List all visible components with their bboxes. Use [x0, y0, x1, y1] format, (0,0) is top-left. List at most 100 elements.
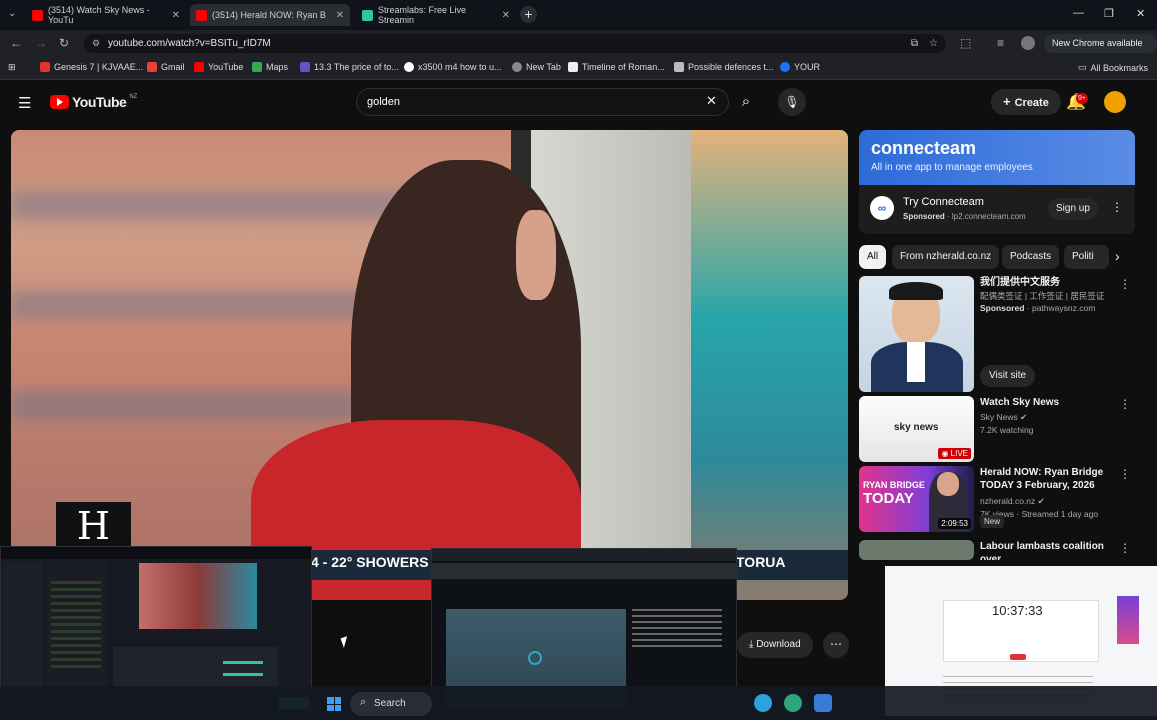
extensions-icon[interactable]: ⬚ — [960, 36, 971, 50]
thumbnail-text: TODAY — [863, 490, 914, 507]
all-bookmarks[interactable]: ▭ All Bookmarks — [1078, 62, 1148, 73]
chat-panel — [47, 561, 107, 701]
tab-list-chevron-icon[interactable]: ⌄ — [8, 8, 16, 19]
more-vert-icon[interactable]: ⋮ — [1111, 200, 1123, 214]
install-icon[interactable]: ⧉ — [911, 34, 918, 53]
alarm-clock-time: 10:37:33 — [992, 603, 1043, 618]
loading-spinner-icon — [528, 651, 542, 665]
video-thumbnail — [859, 540, 974, 560]
youtube-icon — [32, 9, 43, 21]
bookmark-item[interactable]: x3500 m4 how to u... — [404, 62, 502, 72]
bookmark-item[interactable]: YouTube — [194, 62, 243, 72]
download-button[interactable]: ⤓ Download — [737, 632, 813, 658]
clear-search-icon[interactable]: ✕ — [706, 93, 717, 109]
app-icon[interactable] — [814, 694, 832, 712]
apps-grid-icon[interactable]: ⊞ — [8, 62, 16, 73]
video-title: Herald NOW: Ryan Bridge TODAY 3 February… — [980, 467, 1104, 491]
bookmark-item[interactable]: New Tab — [512, 62, 561, 72]
search-icon: ⌕ — [741, 93, 751, 110]
maximize-icon[interactable]: ❐ — [1104, 7, 1114, 20]
search-input[interactable]: golden — [356, 88, 729, 116]
set-alarm-button — [1010, 654, 1026, 660]
bookmark-item[interactable]: Gmail — [147, 62, 185, 72]
site-info-icon[interactable]: ⚙ — [92, 34, 100, 53]
minimize-icon[interactable]: — — [1073, 7, 1084, 19]
windows-taskbar — [0, 686, 1157, 720]
chip-politics[interactable]: Politi — [1064, 245, 1109, 269]
list-item[interactable]: 我们提供中文服务 配偶类签证 | 工作签证 | 居民签证 Sponsored ·… — [859, 276, 1135, 392]
ad-meta: Sponsored · lp2.connecteam.com — [903, 212, 1026, 221]
search-button[interactable]: ⌕ — [730, 88, 762, 116]
more-vert-icon[interactable]: ⋮ — [1119, 277, 1131, 291]
voice-search-button[interactable]: 🎙 — [778, 88, 806, 116]
close-icon[interactable]: ✕ — [172, 10, 180, 21]
menu-hamburger-icon[interactable]: ☰ — [18, 94, 31, 112]
herald-logo: H — [56, 502, 131, 550]
side-ad-banner — [1117, 596, 1139, 644]
chip-all[interactable]: All — [859, 245, 887, 269]
create-button[interactable]: + Create — [991, 89, 1061, 115]
ad-card[interactable]: connecteam All in one app to manage empl… — [859, 130, 1135, 234]
visit-site-button[interactable]: Visit site — [980, 365, 1036, 387]
chip-podcasts[interactable]: Podcasts — [1002, 245, 1060, 269]
weather-ticker-text: 4 - 22° SHOWERS — [311, 554, 429, 570]
close-icon[interactable]: ✕ — [502, 10, 510, 21]
bookmark-item[interactable]: YOUR — [780, 62, 820, 72]
new-tab-button[interactable]: + — [520, 6, 537, 23]
bookmark-item[interactable]: Genesis 7 | KJVAAE... — [40, 62, 143, 72]
microphone-icon: 🎙 — [784, 95, 800, 109]
edge-icon[interactable] — [784, 694, 802, 712]
windows-start-icon[interactable] — [327, 697, 341, 711]
bookmark-item[interactable]: Possible defences t... — [674, 62, 774, 72]
weather-ticker-text: TORUA — [736, 554, 786, 570]
youtube-logo[interactable]: YouTube NZ — [50, 94, 137, 110]
account-avatar[interactable] — [1104, 91, 1126, 113]
more-vert-icon[interactable]: ⋮ — [1119, 467, 1131, 481]
mouse-cursor — [340, 636, 351, 648]
window-close-icon[interactable]: ✕ — [1136, 7, 1145, 20]
video-thumbnail — [859, 276, 974, 392]
more-vert-icon[interactable]: ⋮ — [1119, 397, 1131, 411]
stream-preview — [139, 563, 257, 629]
ad-brand: connecteam — [871, 138, 977, 158]
forward-arrow-icon[interactable]: → — [35, 36, 47, 50]
more-vert-icon[interactable]: ⋮ — [1119, 541, 1131, 555]
url-bar[interactable]: ⚙ youtube.com/watch?v=BSITu_rID7M ⧉ ☆ — [84, 34, 946, 53]
bookmark-item[interactable]: Maps — [252, 62, 288, 72]
list-item[interactable]: Labour lambasts coalition over ⋮ — [859, 540, 1135, 560]
bookmark-star-icon[interactable]: ☆ — [929, 34, 938, 53]
channel-name: Sky News ✔ — [980, 412, 1028, 422]
title-bar — [1, 547, 311, 559]
video-player[interactable]: H 4 - 22° SHOWERS TORUA — [11, 130, 848, 600]
plus-icon: + — [1003, 94, 1011, 109]
bookmark-item[interactable]: 13.3 The price of to... — [300, 62, 399, 72]
duration-badge: 2:09:53 — [938, 518, 971, 529]
update-chrome-button[interactable]: New Chrome available ⋮ — [1044, 34, 1157, 67]
url-text: youtube.com/watch?v=BSITu_rID7M — [108, 38, 271, 49]
video-meta: Sponsored · pathwaysnz.com — [980, 303, 1096, 313]
bookmark-item[interactable]: Timeline of Roman... — [568, 62, 665, 72]
tab-title: (3514) Herald NOW: Ryan B — [212, 10, 326, 20]
folder-icon: ▭ — [1078, 62, 1087, 72]
live-badge: ◉ LIVE — [938, 448, 971, 459]
chip-from-nzherald[interactable]: From nzherald.co.nz — [892, 245, 1000, 269]
more-actions-button[interactable]: ⋯ — [823, 632, 849, 658]
profile-avatar[interactable] — [1021, 36, 1035, 50]
youtube-icon — [196, 9, 207, 21]
tab-sky-news[interactable]: (3514) Watch Sky News - YouTu ✕ — [26, 4, 186, 26]
close-icon[interactable]: ✕ — [336, 10, 344, 21]
video-title: 我们提供中文服务 — [980, 277, 1060, 288]
chevron-right-icon[interactable]: › — [1115, 248, 1120, 264]
list-item[interactable]: RYAN BRIDGE TODAY 2:09:53 Herald NOW: Ry… — [859, 466, 1135, 532]
media-icon[interactable]: ≡ — [997, 36, 1004, 50]
streamlabs-icon — [362, 9, 373, 21]
connecteam-logo-icon: ∞ — [870, 196, 894, 220]
back-arrow-icon[interactable]: ← — [10, 36, 22, 50]
sign-up-button[interactable]: Sign up — [1048, 198, 1098, 220]
list-item[interactable]: sky news ◉ LIVE Watch Sky News Sky News … — [859, 396, 1135, 462]
tab-streamlabs[interactable]: Streamlabs: Free Live Streamin ✕ — [356, 4, 516, 26]
tab-herald-now[interactable]: (3514) Herald NOW: Ryan B ✕ — [190, 4, 350, 26]
reload-icon[interactable]: ↻ — [59, 36, 69, 50]
telegram-icon[interactable] — [754, 694, 772, 712]
youtube-play-icon — [50, 95, 69, 109]
